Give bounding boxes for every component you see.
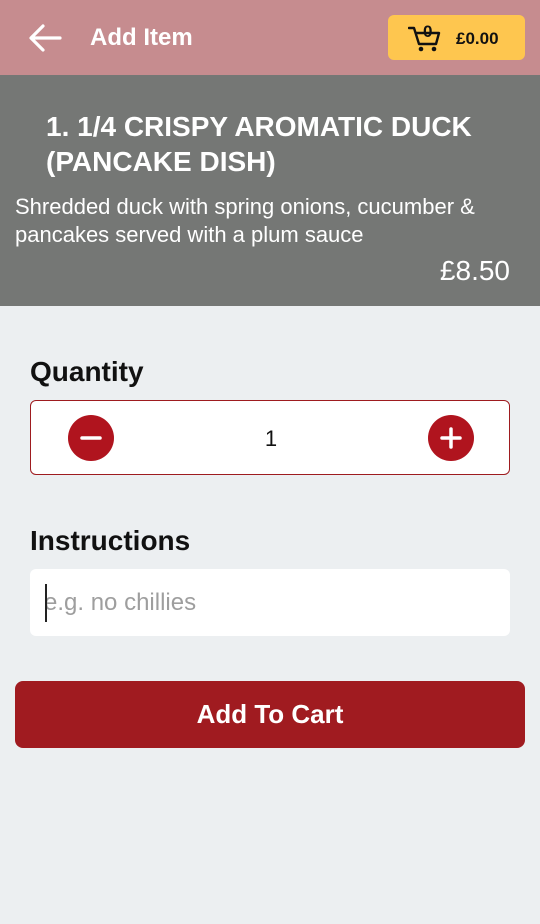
- add-to-cart-button[interactable]: Add To Cart: [15, 681, 525, 748]
- quantity-label: Quantity: [30, 356, 144, 387]
- item-name: 1. 1/4 CRISPY AROMATIC DUCK (PANCAKE DIS…: [46, 111, 472, 177]
- text-cursor: [45, 584, 47, 622]
- cart-button[interactable]: 0 £0.00: [388, 15, 525, 60]
- plus-icon: [440, 427, 462, 449]
- item-header: 1. 1/4 CRISPY AROMATIC DUCK (PANCAKE DIS…: [0, 75, 540, 306]
- quantity-stepper: 1: [30, 400, 510, 475]
- item-description: Shredded duck with spring onions, cucumb…: [15, 194, 475, 247]
- instructions-input[interactable]: [30, 569, 510, 636]
- arrow-left-icon: [29, 24, 62, 52]
- cart-total: £0.00: [456, 29, 499, 48]
- item-price: £8.50: [439, 255, 510, 286]
- back-button[interactable]: [24, 18, 66, 58]
- increase-quantity-button[interactable]: [428, 415, 474, 461]
- page-title: Add Item: [90, 24, 193, 51]
- cart-count-badge: 0: [423, 22, 433, 41]
- instructions-label: Instructions: [30, 525, 191, 556]
- top-app-bar: Add Item 0 £0.00: [0, 0, 540, 75]
